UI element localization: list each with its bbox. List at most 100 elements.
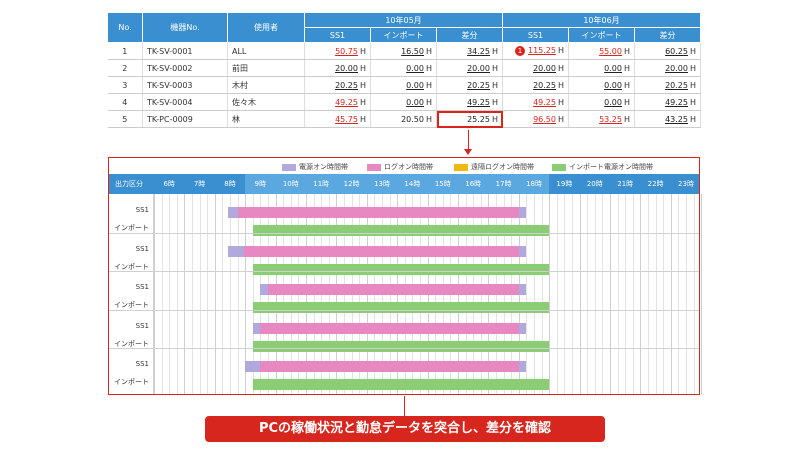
hours-value[interactable]: 49.25	[335, 98, 358, 107]
hours-value[interactable]: 115.25	[528, 46, 556, 55]
user-name: 木村	[227, 76, 305, 94]
row-label-ss1: SS1	[135, 244, 149, 253]
hours-cell: 50.75 H	[304, 42, 371, 60]
hours-value[interactable]: 20.25	[467, 81, 490, 90]
unit-label: H	[689, 63, 696, 73]
hours-cell: 49.25 H	[634, 93, 701, 111]
logon-bar	[243, 245, 519, 257]
header-month2: 10年06月	[502, 12, 701, 28]
day-separator	[109, 271, 699, 272]
device-id: TK-PC-0009	[142, 110, 228, 128]
connector-line	[468, 130, 469, 150]
row-label-ss1: SS1	[135, 206, 149, 214]
unit-label: H	[557, 80, 564, 90]
row-label-import: インポート	[114, 301, 149, 309]
hour-label: 12時	[343, 180, 360, 188]
hours-cell: 20.00 H	[436, 59, 503, 77]
grid-line	[632, 194, 634, 394]
legend-swatch-remote	[454, 163, 468, 171]
hours-value[interactable]: 50.75	[335, 47, 358, 56]
hours-value[interactable]: 16.50	[401, 47, 424, 56]
grid-line	[184, 194, 186, 394]
table-body: 1 TK-SV-0001 ALL 50.75 H 16.50 H 34.25 H 1 115.25 H…	[107, 42, 701, 128]
legend-swatch-power	[282, 163, 296, 171]
hours-value[interactable]: 60.25	[665, 47, 688, 56]
header-import-m2: インポート	[568, 27, 635, 43]
unit-label: H	[425, 46, 432, 56]
unit-label: H	[557, 114, 564, 124]
hours-value[interactable]: 34.25	[467, 47, 490, 56]
hours-value[interactable]: 55.00	[599, 47, 622, 56]
day-separator	[109, 309, 699, 311]
hours-value[interactable]: 45.75	[335, 115, 358, 124]
grid-line	[572, 194, 573, 394]
hours-value[interactable]: 0.00	[406, 81, 424, 90]
hours-value[interactable]: 0.00	[406, 64, 424, 73]
hours-value[interactable]: 20.25	[665, 81, 688, 90]
alert-badge[interactable]: 1	[514, 46, 525, 56]
hours-value[interactable]: 49.25	[665, 98, 688, 107]
unit-label: H	[425, 97, 432, 107]
day-separator	[109, 348, 699, 349]
hours-value[interactable]: 20.00	[533, 64, 556, 73]
unit-label: H	[557, 97, 564, 107]
hours-value[interactable]: 43.25	[665, 115, 688, 124]
import-power-bar	[252, 225, 550, 236]
hours-value[interactable]: 20.00	[335, 64, 358, 73]
grid-line	[230, 194, 231, 394]
hour-label: 9時	[254, 180, 267, 188]
hours-value[interactable]: 20.25	[533, 81, 556, 90]
unit-label: H	[491, 97, 498, 107]
hours-value[interactable]: 0.00	[604, 98, 622, 107]
hour-label: 8時	[224, 180, 236, 188]
hours-value[interactable]: 0.00	[604, 81, 622, 90]
unit-label: H	[491, 46, 498, 56]
row-label-import: インポート	[114, 224, 149, 232]
user-name: 佐々木	[227, 93, 305, 111]
hours-value[interactable]: 20.00	[665, 64, 688, 73]
import-power-bar	[252, 263, 550, 275]
legend-item-power: 電源オン時間帯	[282, 162, 348, 172]
grid-line	[663, 194, 665, 394]
table-row: 5 TK-PC-0009 林 45.75 H 20.50 H 25.25 H 96.50 H 53.2…	[107, 110, 701, 128]
table-row: 2 TK-SV-0002 前田 20.00 H 0.00 H 20.00 H 20.00 H 0.00…	[107, 59, 701, 77]
hours-value[interactable]: 49.25	[533, 98, 556, 107]
hours-cell: 0.00 H	[370, 93, 437, 111]
hours-cell: 34.25 H	[436, 42, 503, 60]
header-ss1-m2: SS1	[502, 27, 569, 43]
hour-label: 22時	[647, 180, 664, 188]
hours-value[interactable]: 53.25	[599, 115, 622, 124]
unit-label: H	[557, 46, 564, 55]
grid-line	[693, 194, 695, 394]
hours-cell: 20.50 H	[370, 110, 437, 128]
row-label-import: インポート	[114, 378, 149, 386]
hours-cell: 25.25 H	[436, 110, 503, 128]
arrow-down-icon	[464, 149, 472, 155]
unit-label: H	[359, 97, 366, 107]
grid-line	[222, 194, 224, 394]
grid-line	[154, 194, 155, 394]
hours-cell: 1 115.25 H	[502, 42, 569, 60]
label-divider	[153, 194, 154, 394]
hour-label: 21時	[617, 180, 634, 188]
hour-label: 15時	[434, 180, 451, 188]
hours-cell: 20.00 H	[634, 59, 701, 77]
hours-value[interactable]: 20.00	[467, 64, 490, 73]
unit-label: H	[491, 80, 498, 90]
grid-line	[587, 194, 589, 394]
gantt-header-label: 出力区分	[115, 180, 143, 188]
hours-value[interactable]: 96.50	[533, 115, 556, 124]
hours-cell: 20.25 H	[634, 76, 701, 94]
grid-line	[678, 194, 680, 394]
hours-value[interactable]: 49.25	[467, 98, 490, 107]
row-label-ss1: SS1	[135, 321, 149, 330]
banner-connector	[404, 396, 405, 416]
hours-value[interactable]: 0.00	[604, 64, 622, 73]
hours-value: 20.50	[401, 114, 424, 124]
header-user: 使用者	[227, 12, 305, 43]
import-power-bar	[252, 340, 550, 352]
hours-value[interactable]: 0.00	[406, 98, 424, 107]
hours-value[interactable]: 20.25	[335, 81, 358, 90]
device-id: TK-SV-0004	[142, 93, 228, 111]
user-name: 前田	[227, 59, 305, 77]
